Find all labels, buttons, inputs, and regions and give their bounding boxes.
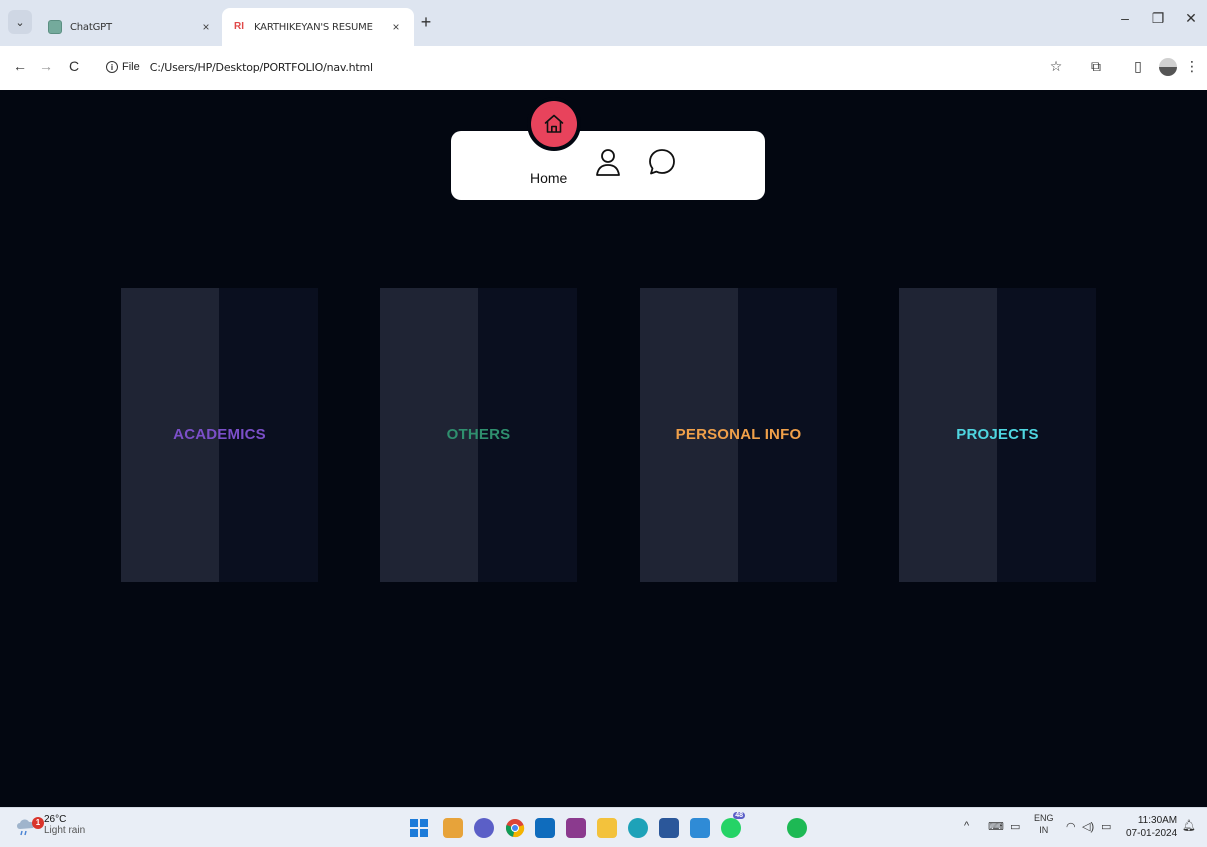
card-label: PERSONAL INFO xyxy=(675,426,802,443)
card-projects[interactable]: PROJECTS xyxy=(899,288,1096,582)
card-label: OTHERS xyxy=(446,426,511,443)
card-label: PROJECTS xyxy=(956,426,1039,443)
whatsapp-badge: 48 xyxy=(733,812,745,819)
forward-button[interactable]: → xyxy=(36,58,56,74)
chrome-icon[interactable] xyxy=(505,818,525,838)
user-icon xyxy=(596,149,620,176)
about-nav-button[interactable] xyxy=(592,146,624,178)
close-window-button[interactable]: ✕ xyxy=(1179,10,1203,27)
address-bar[interactable]: i File C:/Users/HP/Desktop/PORTFOLIO/nav… xyxy=(98,52,1073,82)
minimize-button[interactable]: – xyxy=(1113,10,1137,26)
card-others[interactable]: OTHERS xyxy=(380,288,577,582)
spotify-icon[interactable] xyxy=(787,818,807,838)
file-explorer-icon[interactable] xyxy=(597,818,617,838)
url-text: C:/Users/HP/Desktop/PORTFOLIO/nav.html xyxy=(149,60,373,74)
page-viewport: Home ACADEMICS OTHERS PERSONAL INFO PROJ… xyxy=(0,90,1207,807)
clock-date: 07-01-2024 xyxy=(1126,828,1178,839)
extensions-icon[interactable]: ⧉ xyxy=(1085,58,1107,75)
tab-title: KARTHIKEYAN'S RESUME xyxy=(254,21,373,33)
card-academics[interactable]: ACADEMICS xyxy=(121,288,318,582)
rain-cloud-icon: 1 xyxy=(14,815,44,836)
side-panel-icon[interactable]: ▯ xyxy=(1127,58,1149,75)
scheme-label: File xyxy=(122,61,140,73)
tray-overflow-chevron-icon[interactable]: ^ xyxy=(964,820,969,832)
language-indicator[interactable]: ENG IN xyxy=(1034,812,1054,836)
chat-bubble-icon xyxy=(649,149,675,175)
home-nav-label: Home xyxy=(530,170,568,186)
system-clock[interactable]: 11:30AM 07-01-2024 xyxy=(1126,814,1177,840)
notification-bell-icon[interactable]: 🔔︎ xyxy=(1182,819,1196,832)
weather-alert-badge: 1 xyxy=(32,817,44,829)
keyboard-icon[interactable]: ⌨ xyxy=(988,820,1004,833)
volume-icon[interactable]: ◁) xyxy=(1082,820,1094,833)
site-info-button[interactable]: i File xyxy=(106,61,140,73)
region-code: IN xyxy=(1039,825,1049,835)
close-tab-icon[interactable]: × xyxy=(388,20,404,34)
wifi-icon[interactable]: ◠ xyxy=(1066,820,1076,833)
windows-taskbar: 1 26°C Light rain 48 ^ ⌨ ▭ ENG IN ◠ ◁) ▭… xyxy=(0,807,1207,847)
vscode-icon[interactable] xyxy=(690,818,710,838)
word-icon[interactable] xyxy=(659,818,679,838)
touch-keyboard-icon[interactable]: ▭ xyxy=(1010,820,1020,833)
back-button[interactable]: ← xyxy=(10,58,30,74)
tab-resume[interactable]: RI KARTHIKEYAN'S RESUME × xyxy=(222,8,414,46)
close-tab-icon[interactable]: × xyxy=(198,20,214,34)
tab-title: ChatGPT xyxy=(70,21,112,33)
new-tab-button[interactable]: + xyxy=(416,12,436,33)
restore-button[interactable]: ❐ xyxy=(1146,10,1170,27)
weather-temperature: 26°C xyxy=(44,814,67,825)
card-personal-info[interactable]: PERSONAL INFO xyxy=(640,288,837,582)
language-code: ENG xyxy=(1034,813,1054,823)
winrar-icon[interactable] xyxy=(566,818,586,838)
weather-widget[interactable]: 1 26°C Light rain xyxy=(14,814,85,836)
whatsapp-icon[interactable]: 48 xyxy=(721,812,745,838)
weather-condition: Light rain xyxy=(44,825,86,836)
phi-icon[interactable] xyxy=(443,818,463,838)
chatgpt-favicon-icon xyxy=(48,20,62,34)
battery-icon[interactable]: ▭ xyxy=(1101,820,1111,833)
profile-avatar[interactable] xyxy=(1159,58,1177,76)
mail-icon[interactable] xyxy=(535,818,555,838)
home-icon xyxy=(544,114,564,133)
reload-button[interactable]: C xyxy=(64,58,84,74)
resume-favicon-icon: RI xyxy=(234,21,244,32)
browser-toolbar: ← → C i File C:/Users/HP/Desktop/PORTFOL… xyxy=(0,46,1207,90)
clock-time: 11:30AM xyxy=(1137,815,1178,826)
menu-kebab-icon[interactable]: ⋮ xyxy=(1181,58,1203,75)
copilot-icon[interactable] xyxy=(474,818,494,838)
home-nav-button[interactable] xyxy=(531,101,577,147)
tab-search-button[interactable]: ⌄ xyxy=(8,10,32,34)
windows-start-icon[interactable] xyxy=(409,818,429,838)
contact-nav-button[interactable] xyxy=(646,146,678,178)
bookmark-star-icon[interactable]: ☆ xyxy=(1045,58,1067,75)
edge-icon[interactable] xyxy=(628,818,648,838)
card-label: ACADEMICS xyxy=(173,426,266,443)
chevron-down-icon: ⌄ xyxy=(15,16,25,29)
tab-strip: ⌄ ChatGPT × RI KARTHIKEYAN'S RESUME × + … xyxy=(0,0,1207,46)
tab-chatgpt[interactable]: ChatGPT × xyxy=(38,8,224,46)
info-icon: i xyxy=(106,61,118,73)
